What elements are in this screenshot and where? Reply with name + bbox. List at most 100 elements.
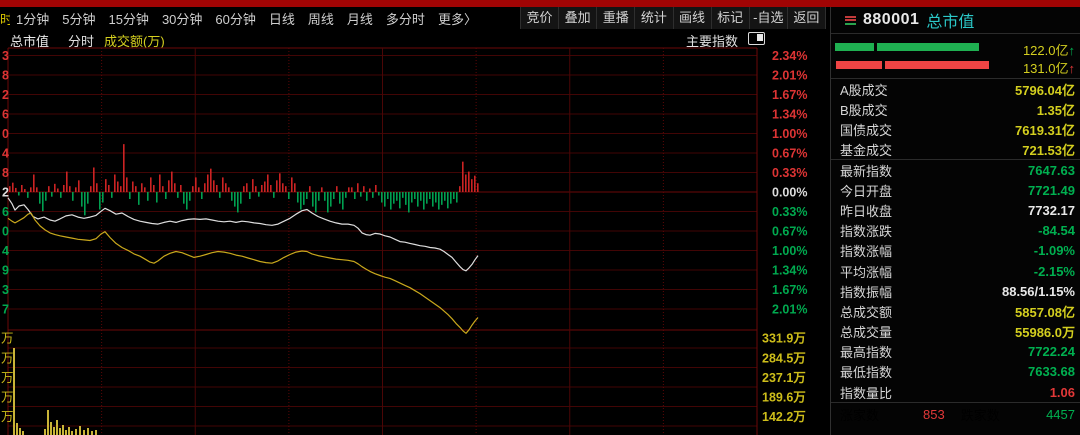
quote-label: 最低指数 (840, 362, 892, 381)
updown-bar-down (156, 192, 158, 203)
updown-bar-down (429, 192, 431, 199)
updown-bar-up (264, 181, 266, 192)
quote-label: 指数涨跌 (840, 221, 892, 240)
updown-bar-down (111, 192, 113, 198)
updown-bar-up (180, 185, 182, 192)
volume-bar (53, 427, 55, 435)
updown-bar-down (426, 192, 428, 204)
flow-bar-value: 122.0亿↑ (985, 40, 1075, 59)
updown-bar-up (375, 185, 377, 192)
quote-value: 7732.17 (1028, 203, 1075, 218)
updown-bar-up (93, 167, 95, 192)
pct-axis-label: 1.34% (772, 264, 807, 278)
updown-bar-down (42, 192, 44, 211)
updown-bar-up (471, 179, 473, 192)
quote-label: B股成交 (840, 100, 888, 119)
volume-bar (16, 423, 18, 435)
updown-bar-up (117, 181, 119, 192)
updown-bar-down (387, 192, 389, 199)
updown-bar-down (393, 192, 395, 204)
updown-bar-down (306, 192, 308, 199)
price-axis-digit: 7 (2, 303, 9, 317)
pct-axis-label: 1.34% (772, 108, 807, 122)
updown-bar-up (369, 188, 371, 192)
symbol-name[interactable]: 总市值 (926, 8, 974, 32)
decliners-label: 跌家数 (961, 405, 1000, 424)
flow-bar-segment (836, 61, 882, 69)
stock-app-window: 时 1分钟5分钟15分钟30分钟60分钟日线周线月线多分时更多〉 竞价叠加重播统… (0, 0, 1080, 435)
updown-bar-down (420, 192, 422, 201)
updown-bar-up (336, 186, 338, 192)
updown-bar-down (249, 192, 251, 199)
updown-bar-up (132, 181, 134, 192)
menu-icon[interactable] (845, 14, 856, 26)
updown-bar-down (72, 192, 74, 201)
updown-bar-down (60, 192, 62, 198)
price-axis-digit: 0 (2, 225, 9, 239)
price-axis-digit: 4 (2, 147, 9, 161)
quote-label: 最高指数 (840, 342, 892, 361)
updown-bar-up (15, 188, 17, 192)
volume-axis-left-partial: 万 (1, 352, 14, 366)
updown-bar-up (153, 185, 155, 192)
quote-panel-header: 880001 总市值 (831, 7, 1080, 33)
updown-bar-down (432, 192, 434, 207)
updown-bar-down (438, 192, 440, 210)
pct-axis-label: 0.00% (772, 186, 807, 200)
volume-bar (71, 431, 73, 435)
updown-bar-up (57, 188, 59, 192)
updown-bar-down (399, 192, 401, 208)
updown-bar-up (195, 177, 197, 192)
flow-bar-segment (877, 43, 979, 51)
updown-bar-down (258, 192, 260, 197)
updown-bar-down (237, 192, 239, 212)
quote-row: 最新指数7647.63 (831, 160, 1080, 180)
updown-bar-up (36, 187, 38, 192)
volume-bar (22, 431, 24, 435)
updown-bar-down (396, 192, 398, 201)
quote-label: 指数涨幅 (840, 241, 892, 260)
quote-value: 7619.31亿 (1015, 120, 1075, 139)
quote-row: 最高指数7722.24 (831, 342, 1080, 362)
advancers-decliners-row: 涨家数853跌家数4457 (831, 403, 1080, 426)
quote-row: A股成交5796.04亿 (831, 79, 1080, 99)
intraday-chart[interactable]: 2.34%2.01%1.67%1.34%1.00%0.67%0.33%0.00%… (0, 0, 828, 435)
updown-bar-up (252, 179, 254, 192)
volume-bar (44, 429, 46, 435)
updown-bar-up (210, 169, 212, 192)
updown-bar-down (384, 192, 386, 207)
flow-bar-segment (885, 61, 989, 69)
updown-bar-up (69, 186, 71, 192)
updown-bar-up (90, 186, 92, 192)
updown-bar-down (51, 192, 53, 197)
volume-axis-label: 142.2万 (762, 410, 806, 424)
quote-value: -2.15% (1034, 264, 1075, 279)
quote-value: -1.09% (1034, 243, 1075, 258)
updown-bar-up (246, 183, 248, 192)
quote-row: 今日开盘7721.49 (831, 180, 1080, 200)
volume-bar (19, 428, 21, 435)
updown-bar-down (300, 192, 302, 210)
updown-bar-down (186, 192, 188, 210)
updown-bar-up (21, 185, 23, 192)
quote-label: 指数量比 (840, 383, 892, 402)
quote-value: 721.53亿 (1022, 140, 1075, 159)
volume-axis-label: 284.5万 (762, 352, 806, 366)
quote-row: 基金成交721.53亿 (831, 139, 1080, 159)
updown-bar-down (288, 192, 290, 199)
quote-label: 国债成交 (840, 120, 892, 139)
symbol-code[interactable]: 880001 (863, 11, 919, 29)
updown-bar-down (102, 192, 104, 203)
pct-axis-label: 0.33% (772, 205, 807, 219)
updown-bar-down (444, 192, 446, 201)
quote-row: 总成交量55986.0万 (831, 322, 1080, 342)
updown-bar-up (135, 186, 137, 192)
updown-bar-up (474, 176, 476, 192)
updown-bar-down (360, 192, 362, 197)
updown-bar-up (255, 186, 257, 192)
updown-bar-up (9, 186, 11, 192)
updown-bar-up (216, 185, 218, 192)
price-axis-digit: 2 (2, 88, 9, 102)
index-price-line (8, 198, 478, 271)
updown-bar-down (87, 192, 89, 204)
